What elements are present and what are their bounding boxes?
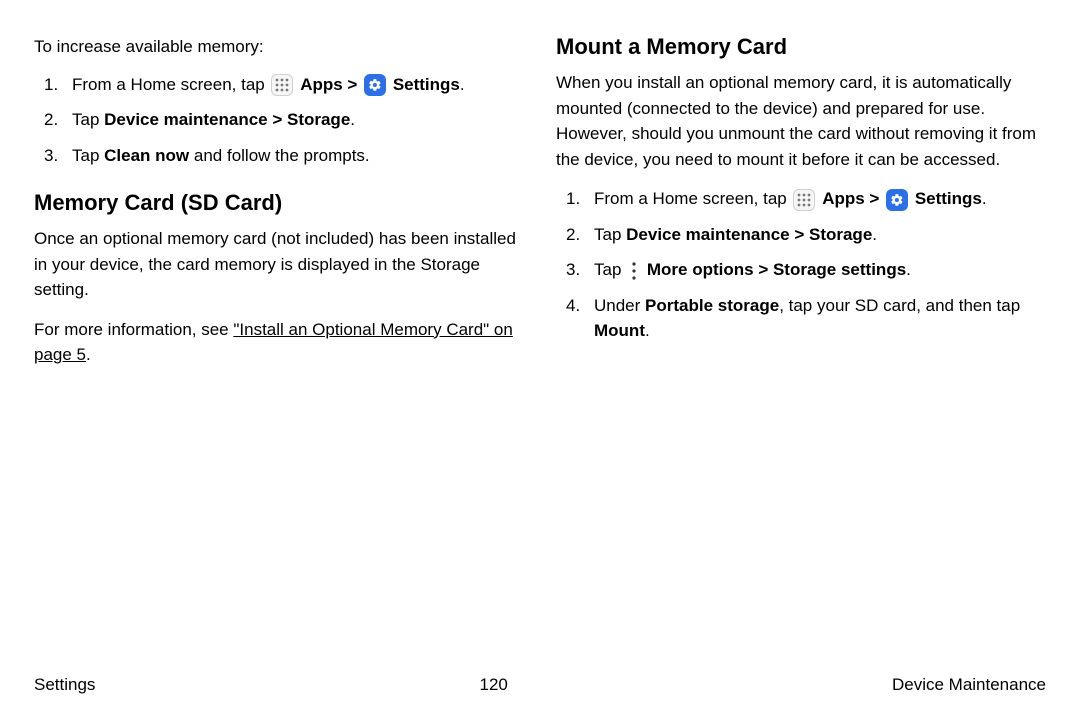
step-2: Tap Device maintenance > Storage. — [556, 222, 1046, 248]
step-1: From a Home screen, tap Apps > Settings. — [556, 186, 1046, 212]
step-1: From a Home screen, tap Apps > Settings. — [34, 72, 524, 98]
left-column: To increase available memory: From a Hom… — [34, 34, 524, 660]
memory-card-heading: Memory Card (SD Card) — [34, 190, 524, 216]
apps-icon — [271, 74, 293, 96]
increase-memory-steps: From a Home screen, tap Apps > Settings.… — [34, 72, 524, 169]
apps-label: Apps — [822, 189, 865, 208]
settings-label: Settings — [393, 75, 460, 94]
intro-text: To increase available memory: — [34, 34, 524, 60]
settings-icon — [886, 189, 908, 211]
apps-label: Apps — [300, 75, 343, 94]
right-column: Mount a Memory Card When you install an … — [556, 34, 1046, 660]
step-3: Tap Clean now and follow the prompts. — [34, 143, 524, 169]
more-info-paragraph: For more information, see "Install an Op… — [34, 317, 524, 368]
page-footer: Settings 120 Device Maintenance — [0, 660, 1080, 710]
step-3: Tap More options > Storage settings. — [556, 257, 1046, 283]
page-body: To increase available memory: From a Hom… — [0, 0, 1080, 660]
footer-right: Device Maintenance — [892, 675, 1046, 695]
apps-icon — [793, 189, 815, 211]
memory-card-paragraph: Once an optional memory card (not includ… — [34, 226, 524, 303]
footer-page-number: 120 — [480, 675, 508, 695]
step-2: Tap Device maintenance > Storage. — [34, 107, 524, 133]
settings-label: Settings — [915, 189, 982, 208]
mount-card-paragraph: When you install an optional memory card… — [556, 70, 1046, 172]
mount-card-steps: From a Home screen, tap Apps > Settings.… — [556, 186, 1046, 344]
settings-icon — [364, 74, 386, 96]
step-4: Under Portable storage, tap your SD card… — [556, 293, 1046, 344]
mount-card-heading: Mount a Memory Card — [556, 34, 1046, 60]
more-options-icon — [628, 261, 640, 281]
footer-left: Settings — [34, 675, 95, 695]
